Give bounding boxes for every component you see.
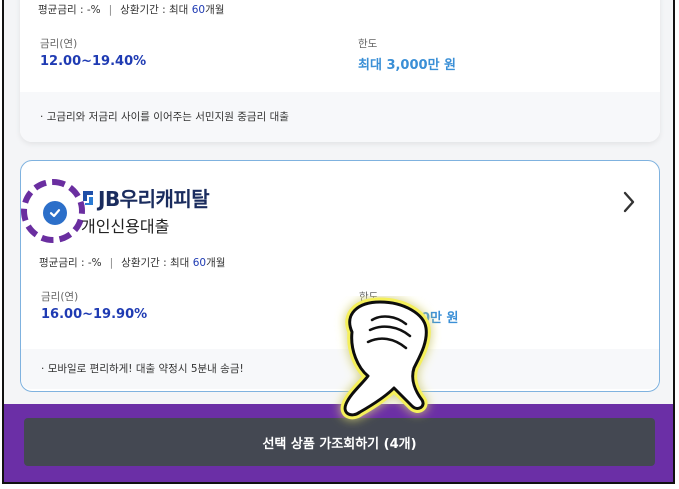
rate-value: 12.00~19.40% [40,54,147,69]
avg-rate-label: 평균금리 : -% [39,257,102,269]
limit-label: 한도 [358,38,378,50]
pointing-hand-icon [322,296,442,430]
repay-months: 60 [191,4,206,16]
jb-logo-icon [81,189,95,207]
loan-card-top[interactable]: 평균금리 : -% | 상환기간 : 최대 60개월 금리(연) 12.00~19.… [20,0,660,142]
limit-value: 최대 3,000만 원 [358,58,457,73]
card-meta: 평균금리 : -% | 상환기간 : 최대 60개월 [38,4,225,16]
card-meta: 평균금리 : -% | 상환기간 : 최대 60개월 [39,257,226,269]
rate-label: 금리(연) [40,38,78,50]
loan-list-screen: 평균금리 : -% | 상환기간 : 최대 60개월 금리(연) 12.00~19.… [2,0,675,484]
repay-unit: 개월 [206,257,226,269]
product-name: 개인신용대출 [81,217,170,236]
note-text: 고금리와 저금리 사이를 이어주는 서민지원 중금리 대출 [46,111,289,123]
card-note: · 고금리와 저금리 사이를 이어주는 서민지원 중금리 대출 [20,92,660,142]
avg-rate-label: 평균금리 : -% [38,4,101,16]
check-circle-icon[interactable] [43,201,67,225]
repay-months: 60 [192,257,207,269]
note-text: 모바일로 편리하게! 대출 약정시 5분내 송금! [47,363,244,375]
repay-label: 상환기간 : 최대 [120,4,189,16]
chevron-right-icon[interactable] [619,189,639,215]
lender-name: JB우리캐피탈 [98,187,210,211]
repay-unit: 개월 [205,4,225,16]
lender-brand: JB우리캐피탈 [81,183,210,212]
rate-value: 16.00~19.90% [41,307,148,322]
repay-label: 상환기간 : 최대 [121,257,190,269]
rate-label: 금리(연) [41,291,79,303]
